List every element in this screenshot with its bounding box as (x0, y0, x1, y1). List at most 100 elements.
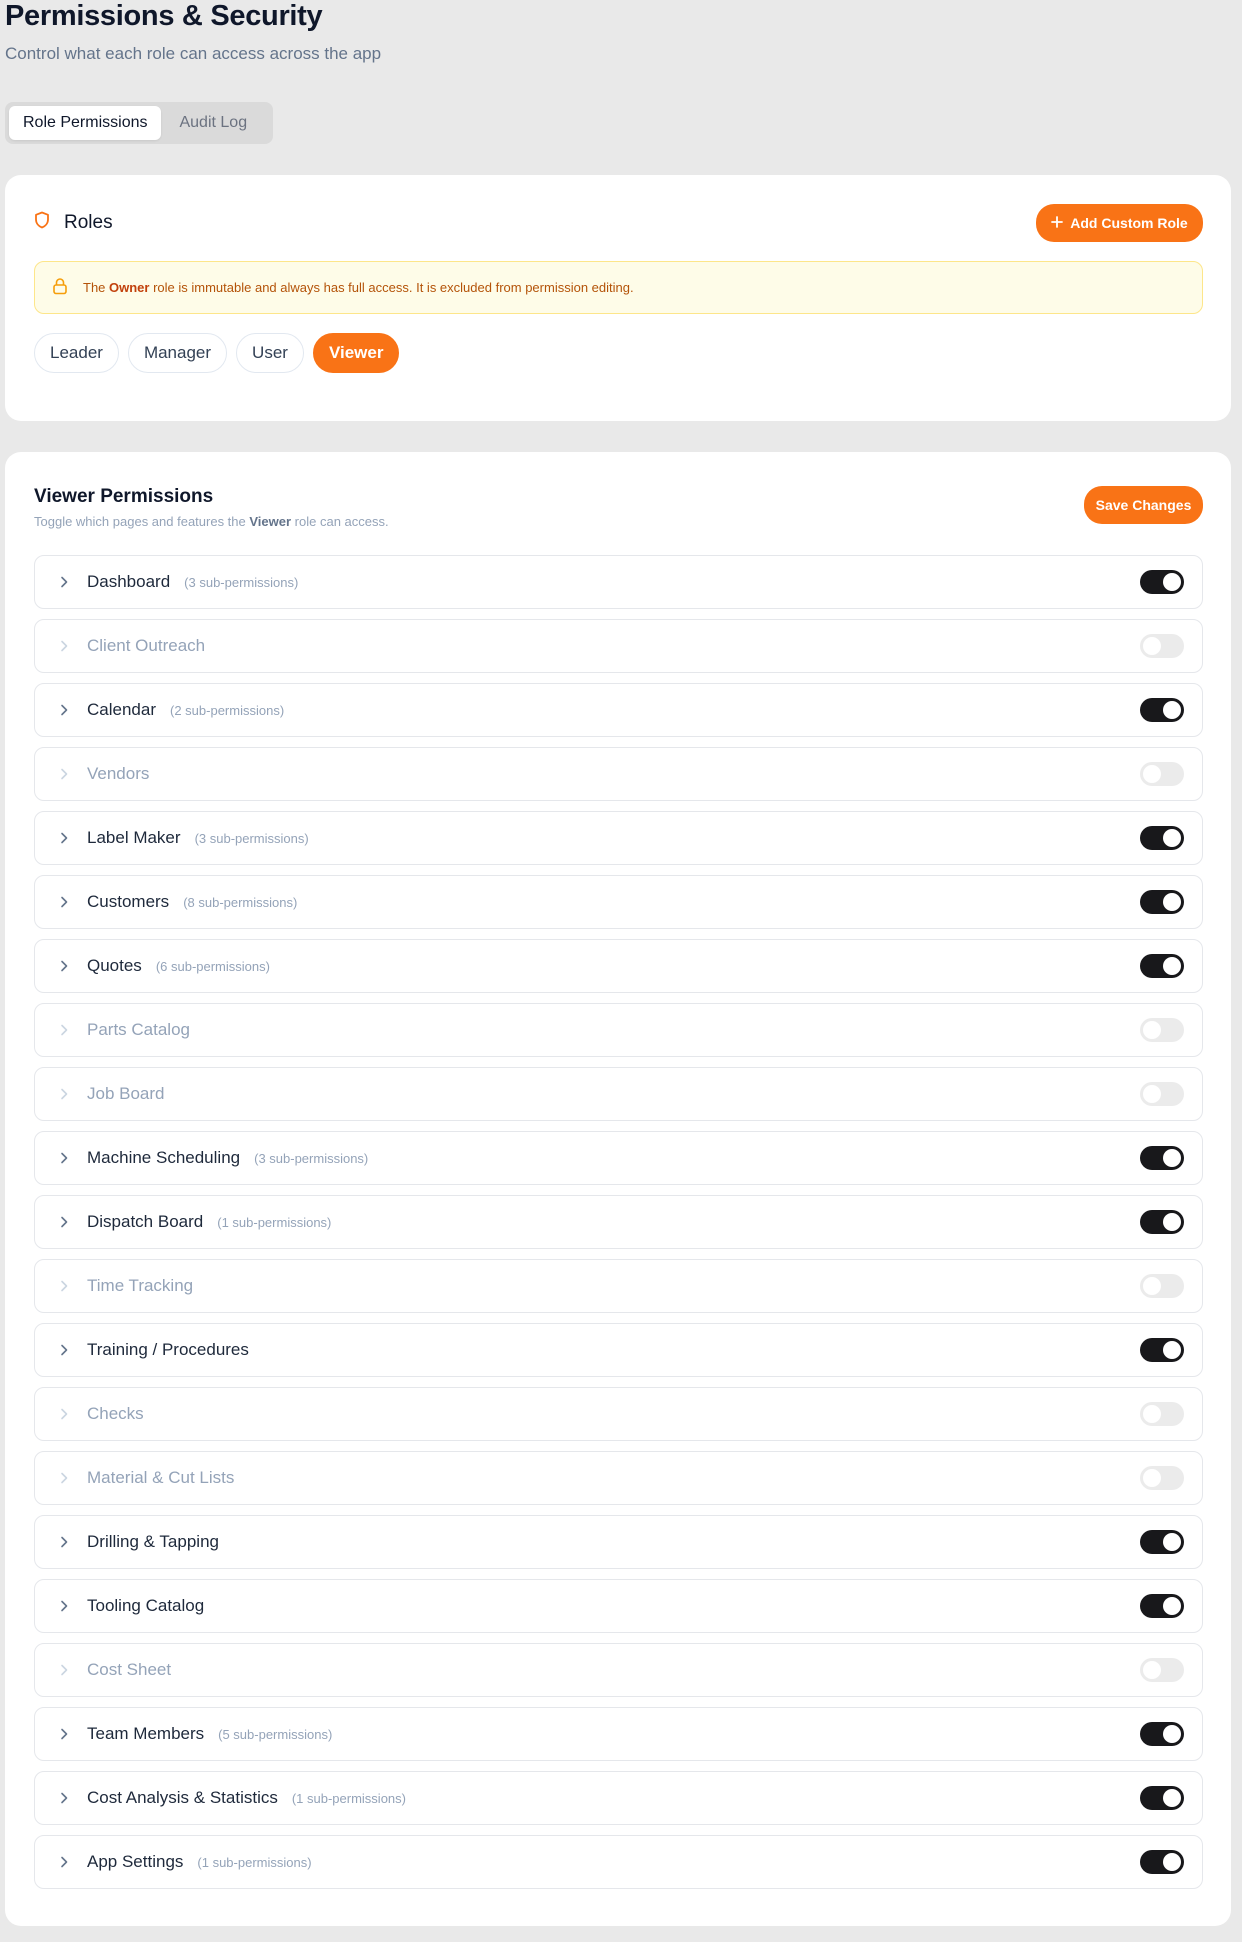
page-title: Permissions & Security (5, 0, 323, 32)
tab-audit-log[interactable]: Audit Log (165, 106, 261, 140)
chevron-right-icon[interactable] (57, 1023, 71, 1037)
permission-toggle[interactable] (1140, 1658, 1184, 1682)
chevron-right-icon[interactable] (57, 1727, 71, 1741)
permission-row[interactable]: Training / Procedures (34, 1323, 1203, 1377)
chevron-right-icon[interactable] (57, 895, 71, 909)
chevron-right-icon[interactable] (57, 1407, 71, 1421)
permission-name: Calendar (87, 700, 156, 719)
permission-row[interactable]: Quotes (6 sub-permissions) (34, 939, 1203, 993)
role-selector: Leader Manager User Viewer (34, 333, 400, 373)
permission-toggle[interactable] (1140, 1210, 1184, 1234)
sub-permission-count: (3 sub-permissions) (254, 1150, 369, 1166)
add-custom-role-label: Add Custom Role (1070, 215, 1188, 231)
permission-toggle[interactable] (1140, 570, 1184, 594)
permission-toggle[interactable] (1140, 1594, 1184, 1618)
permission-toggle[interactable] (1140, 1274, 1184, 1298)
permission-name: App Settings (87, 1852, 184, 1871)
permission-name: Client Outreach (87, 636, 206, 655)
permission-toggle[interactable] (1140, 1146, 1184, 1170)
chevron-right-icon[interactable] (57, 1343, 71, 1357)
permission-row[interactable]: App Settings (1 sub-permissions) (34, 1835, 1203, 1889)
permission-row[interactable]: Cost Sheet (34, 1643, 1203, 1697)
permission-row[interactable]: Drilling & Tapping (34, 1515, 1203, 1569)
permission-toggle[interactable] (1140, 634, 1184, 658)
permission-name: Cost Analysis & Statistics (87, 1788, 278, 1807)
permissions-card: Viewer Permissions Toggle which pages an… (5, 452, 1231, 1926)
permission-name: Material & Cut Lists (87, 1468, 235, 1487)
role-pill-leader[interactable]: Leader (34, 333, 119, 373)
permission-toggle[interactable] (1140, 1338, 1184, 1362)
permission-name: Dispatch Board (87, 1212, 204, 1231)
permission-toggle[interactable] (1140, 826, 1184, 850)
permission-row[interactable]: Job Board (34, 1067, 1203, 1121)
permission-row[interactable]: Team Members (5 sub-permissions) (34, 1707, 1203, 1761)
owner-notice: The Owner role is immutable and always h… (34, 261, 1203, 314)
permission-row[interactable]: Calendar (2 sub-permissions) (34, 683, 1203, 737)
chevron-right-icon[interactable] (57, 703, 71, 717)
permission-row[interactable]: Customers (8 sub-permissions) (34, 875, 1203, 929)
sub-permission-count: (1 sub-permissions) (291, 1790, 406, 1806)
chevron-right-icon[interactable] (57, 1087, 71, 1101)
add-custom-role-button[interactable]: Add Custom Role (1036, 204, 1203, 242)
permission-name: Customers (87, 892, 170, 911)
permission-toggle[interactable] (1140, 1402, 1184, 1426)
chevron-right-icon[interactable] (57, 1791, 71, 1805)
permission-name: Vendors (87, 764, 150, 783)
permission-toggle[interactable] (1140, 1530, 1184, 1554)
chevron-right-icon[interactable] (57, 1151, 71, 1165)
permission-toggle[interactable] (1140, 1722, 1184, 1746)
permission-name: Machine Scheduling (87, 1148, 241, 1167)
permission-row[interactable]: Parts Catalog (34, 1003, 1203, 1057)
save-changes-button[interactable]: Save Changes (1084, 486, 1203, 524)
permission-row[interactable]: Checks (34, 1387, 1203, 1441)
permission-row[interactable]: Time Tracking (34, 1259, 1203, 1313)
permission-toggle[interactable] (1140, 1786, 1184, 1810)
chevron-right-icon[interactable] (57, 1471, 71, 1485)
permission-row[interactable]: Label Maker (3 sub-permissions) (34, 811, 1203, 865)
permission-row[interactable]: Machine Scheduling (3 sub-permissions) (34, 1131, 1203, 1185)
chevron-right-icon[interactable] (57, 575, 71, 589)
chevron-right-icon[interactable] (57, 1215, 71, 1229)
tab-role-permissions[interactable]: Role Permissions (9, 106, 162, 140)
permission-name: Label Maker (87, 828, 181, 847)
permission-toggle[interactable] (1140, 1466, 1184, 1490)
role-pill-user[interactable]: User (236, 333, 304, 373)
permission-row[interactable]: Client Outreach (34, 619, 1203, 673)
permission-toggle[interactable] (1140, 954, 1184, 978)
permission-name: Drilling & Tapping (87, 1532, 219, 1551)
permission-row[interactable]: Dashboard (3 sub-permissions) (34, 555, 1203, 609)
sub-permission-count: (2 sub-permissions) (170, 702, 285, 718)
permission-toggle[interactable] (1140, 1082, 1184, 1106)
permission-name: Tooling Catalog (87, 1596, 205, 1615)
chevron-right-icon[interactable] (57, 959, 71, 973)
sub-permission-count: (6 sub-permissions) (155, 958, 270, 974)
role-pill-manager[interactable]: Manager (127, 333, 228, 373)
chevron-right-icon[interactable] (57, 1599, 71, 1613)
permission-toggle[interactable] (1140, 698, 1184, 722)
permission-row[interactable]: Cost Analysis & Statistics (1 sub-permiss… (34, 1771, 1203, 1825)
role-pill-viewer[interactable]: Viewer (312, 333, 400, 373)
chevron-right-icon[interactable] (57, 1663, 71, 1677)
page-subtitle: Control what each role can access across… (5, 44, 382, 63)
chevron-right-icon[interactable] (57, 831, 71, 845)
permission-name: Team Members (87, 1724, 205, 1743)
permissions-title: Viewer Permissions (34, 486, 214, 507)
chevron-right-icon[interactable] (57, 1855, 71, 1869)
chevron-right-icon[interactable] (57, 1535, 71, 1549)
permission-row[interactable]: Dispatch Board (1 sub-permissions) (34, 1195, 1203, 1249)
permission-toggle[interactable] (1140, 890, 1184, 914)
permission-toggle[interactable] (1140, 1850, 1184, 1874)
sub-permission-count: (5 sub-permissions) (218, 1726, 333, 1742)
permission-toggle[interactable] (1140, 762, 1184, 786)
chevron-right-icon[interactable] (57, 639, 71, 653)
chevron-right-icon[interactable] (57, 767, 71, 781)
permission-row[interactable]: Vendors (34, 747, 1203, 801)
sub-permission-count: (3 sub-permissions) (184, 574, 299, 590)
sub-permission-count: (1 sub-permissions) (197, 1854, 312, 1870)
permission-row[interactable]: Tooling Catalog (34, 1579, 1203, 1633)
permissions-page: Permissions & Security Control what each… (0, 0, 1242, 1942)
notice-text: The Owner role is immutable and always h… (83, 280, 634, 295)
permission-toggle[interactable] (1140, 1018, 1184, 1042)
chevron-right-icon[interactable] (57, 1279, 71, 1293)
permission-row[interactable]: Material & Cut Lists (34, 1451, 1203, 1505)
